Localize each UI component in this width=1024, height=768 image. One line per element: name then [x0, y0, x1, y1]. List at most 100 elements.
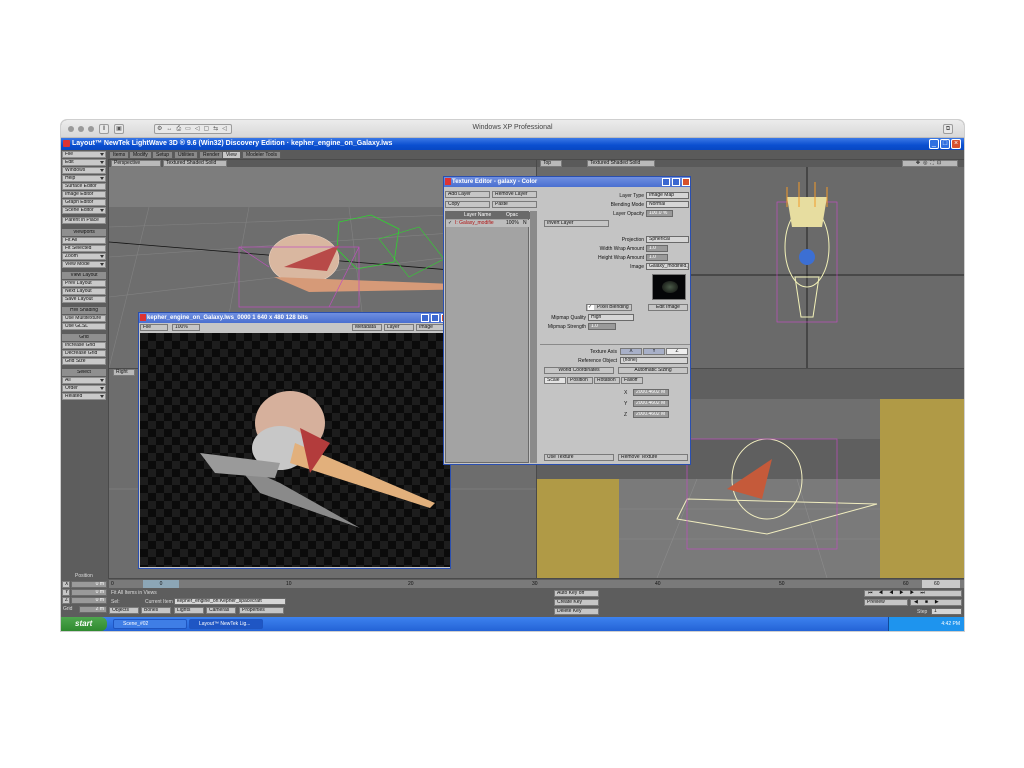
view-type-select[interactable]: Right	[113, 369, 135, 376]
viewport-controls[interactable]: ✥◎⛶⊡	[902, 160, 958, 167]
zoom-button[interactable]: Zoom	[62, 253, 106, 260]
create-key-button[interactable]: Create Key	[554, 599, 599, 606]
timeline[interactable]: 0 0 10 20 30 40 50 60 60	[109, 580, 964, 588]
copy-button[interactable]: Copy	[445, 201, 490, 208]
close-button[interactable]	[682, 178, 690, 186]
minimize-button[interactable]: _	[929, 139, 939, 149]
edit-image-button[interactable]: Edit Image	[648, 304, 688, 311]
select-related-button[interactable]: Related	[62, 393, 106, 400]
lights-button[interactable]: Lights	[174, 607, 204, 614]
maximize-button[interactable]	[672, 178, 680, 186]
tab-items[interactable]: Items	[109, 151, 130, 159]
maximize-button[interactable]: □	[940, 139, 950, 149]
bones-button[interactable]: Bones	[141, 607, 171, 614]
delete-key-button[interactable]: Delete Key	[554, 608, 599, 615]
layer-list[interactable]: Layer Name Opac ✓ I: Galaxy_modifie 100%…	[445, 211, 530, 463]
image-select[interactable]: Galaxy_modified.jpg	[646, 263, 689, 270]
axis-z-button[interactable]: Z	[666, 348, 688, 355]
render-mode-select[interactable]: Textured Shaded Solid	[587, 160, 655, 167]
objects-button[interactable]: Objects	[109, 607, 139, 614]
view-type-select[interactable]: Top	[540, 160, 562, 167]
mipmap-strength-field[interactable]: 1.0	[588, 323, 616, 330]
next-layout-button[interactable]: Next Layout	[62, 288, 106, 295]
tab-render[interactable]: Render	[199, 151, 224, 159]
properties-button[interactable]: Properties	[239, 607, 284, 614]
select-order-button[interactable]: Order	[62, 385, 106, 392]
automatic-sizing-button[interactable]: Automatic Sizing	[618, 367, 688, 374]
mipmap-quality-select[interactable]: High	[588, 314, 634, 321]
save-layout-button[interactable]: Save Layout	[62, 296, 106, 303]
auto-key-select[interactable]: Auto Key off	[554, 590, 599, 597]
pixel-blending-toggle[interactable]: ✓ Pixel Blending	[586, 304, 632, 311]
menu-edit[interactable]: Edit	[62, 159, 106, 166]
width-wrap-field[interactable]: 1.0	[646, 245, 668, 252]
view-type-select[interactable]: Perspective	[111, 160, 161, 167]
start-button[interactable]: start	[61, 617, 107, 631]
play-controls[interactable]: ◀■▶	[910, 599, 962, 606]
remove-texture-button[interactable]: Remove Texture	[618, 454, 688, 461]
tab-position[interactable]: Position	[567, 377, 593, 384]
x-position-field[interactable]: 0 m	[71, 581, 107, 588]
image-select[interactable]: Image	[416, 324, 446, 331]
fit-all-button[interactable]: Fit All	[62, 237, 106, 244]
zoom-select[interactable]: 100%	[172, 324, 200, 331]
end-frame-field[interactable]: 60	[922, 580, 960, 588]
layer-enabled-check-icon[interactable]: ✓	[448, 220, 452, 227]
taskbar-item[interactable]: Layout™ NewTek Lig...	[189, 619, 263, 629]
use-multitexture-button[interactable]: Use Multitexture	[62, 315, 106, 322]
y-toggle[interactable]: Y	[62, 589, 70, 596]
axis-y-button[interactable]: Y	[643, 348, 665, 355]
grid-size-button[interactable]: Grid Size	[62, 358, 106, 365]
preview-select[interactable]: Preview	[864, 599, 908, 606]
current-item-select[interactable]: kepher_engine_on:Kepher_spacecraft	[174, 598, 286, 605]
remove-layer-button[interactable]: Remove Layer	[492, 191, 537, 198]
prev-layout-button[interactable]: Prev Layout	[62, 280, 106, 287]
tab-falloff[interactable]: Falloff	[621, 377, 643, 384]
step-field[interactable]: 1	[931, 608, 962, 615]
x-toggle[interactable]: X	[62, 581, 70, 588]
tab-modeler-tools[interactable]: Modeler Tools	[242, 151, 282, 159]
file-menu[interactable]: File	[140, 324, 168, 331]
fullscreen-icon[interactable]: ⧉	[943, 124, 953, 134]
fit-selected-button[interactable]: Fit Selected	[62, 245, 106, 252]
maximize-button[interactable]	[431, 314, 439, 322]
axis-x-button[interactable]: X	[620, 348, 642, 355]
scene-editor-button[interactable]: Scene Editor	[62, 207, 106, 214]
add-layer-button[interactable]: Add Layer	[445, 191, 490, 198]
minimize-button[interactable]	[421, 314, 429, 322]
layer-row[interactable]: ✓ I: Galaxy_modifie 100% N	[446, 220, 530, 227]
minimize-button[interactable]	[662, 178, 670, 186]
scale-y-field[interactable]: 2000.4602 M	[633, 400, 669, 407]
grid-size-field[interactable]: 2 m	[79, 606, 107, 613]
view-mode-button[interactable]: View Mode	[62, 261, 106, 268]
z-toggle[interactable]: Z	[62, 597, 70, 604]
world-coordinates-toggle[interactable]: World Coordinates	[544, 367, 614, 374]
graph-editor-button[interactable]: Graph Editor	[62, 199, 106, 206]
transport-controls[interactable]: ⏮◀◀▶▶⏭	[864, 590, 962, 597]
increase-grid-button[interactable]: Increase Grid	[62, 342, 106, 349]
cameras-button[interactable]: Cameras	[206, 607, 236, 614]
paste-button[interactable]: Paste	[492, 201, 537, 208]
image-editor-button[interactable]: Image Editor	[62, 191, 106, 198]
y-position-field[interactable]: 0 m	[71, 589, 107, 596]
layer-type-select[interactable]: Image Map	[646, 192, 689, 199]
taskbar-item[interactable]: Scene_#02	[113, 619, 187, 629]
blending-mode-select[interactable]: Normal	[646, 201, 689, 208]
menu-file[interactable]: File	[62, 151, 106, 158]
layer-opacity-field[interactable]: 100.0 %	[646, 210, 673, 217]
projection-select[interactable]: Spherical	[646, 236, 689, 243]
close-button[interactable]: ×	[951, 139, 961, 149]
parent-in-place-button[interactable]: Parent in Place	[62, 217, 106, 224]
layer-list-scrollbar[interactable]	[530, 211, 537, 463]
layer-select[interactable]: Layer	[384, 324, 414, 331]
menu-help[interactable]: Help	[62, 175, 106, 182]
tab-setup[interactable]: Setup	[152, 151, 174, 159]
tab-utilities[interactable]: Utilities	[174, 151, 199, 159]
decrease-grid-button[interactable]: Decrease Grid	[62, 350, 106, 357]
image-thumbnail[interactable]	[652, 274, 686, 300]
timeline-current-frame[interactable]: 0	[143, 580, 179, 588]
z-position-field[interactable]: 0 m	[71, 597, 107, 604]
invert-layer-button[interactable]: Invert Layer	[544, 220, 609, 227]
tab-rotation[interactable]: Rotation	[594, 377, 620, 384]
select-all-button[interactable]: All	[62, 377, 106, 384]
